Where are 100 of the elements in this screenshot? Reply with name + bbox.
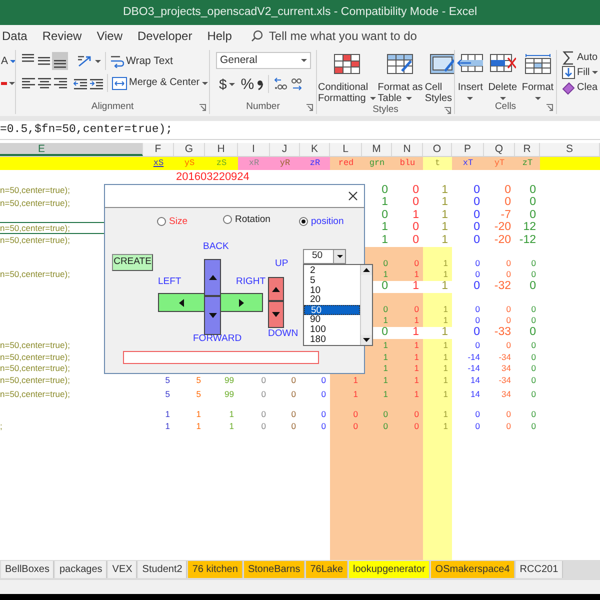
search-field[interactable]: Tell me what you want to do <box>250 27 417 45</box>
column-header[interactable]: P <box>452 143 484 156</box>
create-button[interactable]: CREATE <box>112 254 153 271</box>
column-header[interactable]: O <box>423 143 452 156</box>
dialog-launcher-icon[interactable] <box>444 107 451 114</box>
menu-tab[interactable]: Developer <box>138 27 192 45</box>
table-cell-text: 0 <box>472 196 481 210</box>
column-header[interactable]: J <box>270 143 300 156</box>
radio-button[interactable]: position <box>299 217 344 226</box>
list-option[interactable]: 50 <box>304 305 360 315</box>
table-cell[interactable]: n=50,center=true); <box>0 374 143 387</box>
caret-icon <box>406 97 412 100</box>
header-text: zS <box>216 157 227 170</box>
table-cell[interactable]: n=50,center=true); <box>0 386 143 408</box>
selected-cell[interactable]: n=50,center=true); <box>0 222 143 234</box>
vertical-align-button[interactable] <box>52 52 68 70</box>
editing-button[interactable]: Clea <box>561 80 599 95</box>
menu-tab[interactable]: View <box>96 27 123 45</box>
scroll-up-icon[interactable] <box>361 265 372 275</box>
table-cell-text: 0 <box>505 314 512 327</box>
sheet-tab[interactable]: OSmakerspace4 <box>431 561 515 578</box>
table-cell: 1 <box>392 314 423 327</box>
list-option[interactable]: 10 <box>304 286 360 296</box>
column-header[interactable]: S <box>540 143 600 156</box>
right-button[interactable] <box>220 293 263 312</box>
list-option[interactable]: 90 <box>304 314 360 325</box>
cells-button[interactable]: Delete <box>487 54 518 101</box>
wrap-text-button[interactable]: Wrap Text <box>109 51 174 71</box>
menu-tab[interactable]: Help <box>207 27 232 45</box>
list-option[interactable]: 180 <box>304 334 360 344</box>
caret-icon <box>95 60 101 62</box>
sheet-tab[interactable]: BellBoxes <box>1 561 54 578</box>
up-button[interactable] <box>268 277 284 301</box>
table-cell-text: 0 <box>380 209 389 222</box>
sheet-tab[interactable]: packages <box>55 561 108 578</box>
column-header[interactable]: I <box>238 143 270 156</box>
column-header[interactable]: F <box>143 143 174 156</box>
left-button[interactable] <box>158 293 205 312</box>
menu-tab[interactable]: Review <box>42 27 82 45</box>
sheet-tab[interactable]: 76Lake <box>306 561 348 578</box>
step-dropdown[interactable]: 50 <box>303 249 346 264</box>
column-header[interactable]: H <box>205 143 238 156</box>
sheet-tab[interactable]: VEX <box>108 561 138 578</box>
table-cell-text: 0 <box>290 420 297 432</box>
back-button[interactable] <box>204 259 221 296</box>
list-option[interactable]: 20 <box>304 295 360 306</box>
forward-button[interactable] <box>204 296 221 335</box>
sheet-tab[interactable]: RCC201 <box>516 561 564 578</box>
styles-button[interactable]: Conditional Formatting <box>317 54 377 104</box>
table-cell-text: 34 <box>500 362 512 375</box>
table-cell[interactable]: ; <box>0 420 143 432</box>
down-button[interactable] <box>268 301 284 328</box>
sheet-tab[interactable]: Student2 <box>138 561 188 578</box>
table-cell-text: 0 <box>505 420 512 432</box>
number-format-dropdown[interactable]: General <box>216 52 311 69</box>
column-header[interactable]: K <box>300 143 330 156</box>
table-cell-text: 5 <box>195 374 202 387</box>
column-header[interactable]: M <box>362 143 392 156</box>
cells-button[interactable]: Insert <box>456 54 484 101</box>
table-cell-text: 1 <box>195 420 202 432</box>
list-option[interactable]: 5 <box>304 276 360 286</box>
triangle-up-icon <box>272 286 280 292</box>
list-option[interactable]: 2 <box>304 266 360 276</box>
table-cell: 1 <box>423 420 452 432</box>
dialog-launcher-icon[interactable] <box>199 104 206 111</box>
table-cell-text: 5 <box>195 388 202 401</box>
table-cell-text: 0 <box>474 408 481 420</box>
sheet-tab[interactable]: 76 kitchen <box>188 561 243 578</box>
table-cell-text: 0 <box>380 280 389 294</box>
column-header[interactable]: N <box>392 143 423 156</box>
scroll-down-icon[interactable] <box>361 335 372 345</box>
editing-button[interactable]: Auto <box>561 50 599 65</box>
menu-tab[interactable]: Data <box>2 27 28 45</box>
column-header[interactable]: E <box>0 143 143 156</box>
merge-center-button[interactable]: Merge & Center <box>111 73 209 93</box>
sheet-tab[interactable]: lookupgenerator <box>349 561 430 578</box>
table-cell-text: 1 <box>440 184 449 197</box>
window-title: DBO3_projects_openscadV2_current.xls - Compatibility Mode - Excel <box>0 0 600 25</box>
radio-button[interactable]: Rotation <box>223 215 270 224</box>
sheet-tab[interactable]: StoneBarns <box>244 561 306 578</box>
column-header[interactable]: G <box>174 143 205 156</box>
wrap-icon <box>110 54 124 68</box>
percent-button[interactable]: % <box>240 74 256 94</box>
dialog-launcher-icon[interactable] <box>306 104 313 111</box>
close-button[interactable] <box>348 191 358 201</box>
styles-button[interactable]: Cell Styles <box>424 54 454 104</box>
table-cell: 0 <box>362 408 392 420</box>
editing-button[interactable]: Fill <box>561 65 599 80</box>
list-option[interactable]: 100 <box>304 324 360 335</box>
table-resize-icon <box>524 54 551 74</box>
font-size-button[interactable]: A <box>0 51 15 71</box>
column-header[interactable]: Q <box>484 143 515 156</box>
column-header[interactable]: R <box>515 143 540 156</box>
column-header[interactable]: L <box>330 143 362 156</box>
currency-button[interactable]: $ <box>218 74 236 94</box>
scrollbar[interactable] <box>360 265 372 345</box>
styles-button[interactable]: Format as Table <box>376 54 424 104</box>
dialog-launcher-icon[interactable] <box>546 104 553 111</box>
text-field[interactable] <box>123 351 319 364</box>
cells-button[interactable]: Format <box>520 54 555 101</box>
